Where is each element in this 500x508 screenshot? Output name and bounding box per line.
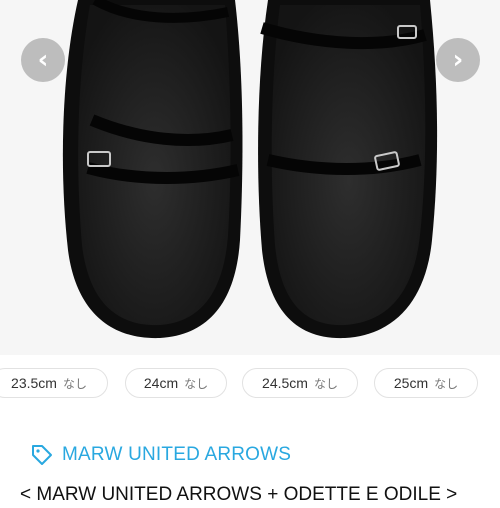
tag-icon: [32, 445, 52, 465]
availability-label: なし: [434, 376, 459, 391]
size-chip[interactable]: 24cm なし: [125, 368, 227, 398]
chevron-left-icon: ‹: [37, 45, 49, 75]
size-chip[interactable]: 23.5cm なし: [0, 368, 108, 398]
prev-image-button[interactable]: ‹: [21, 38, 65, 82]
size-label: 24.5cm: [262, 375, 308, 391]
availability-label: なし: [62, 376, 87, 391]
size-chip[interactable]: 25cm なし: [374, 368, 478, 398]
product-photo: [62, 0, 438, 339]
availability-label: なし: [313, 376, 338, 391]
size-label: 23.5cm: [11, 375, 57, 391]
product-image-gallery[interactable]: ‹ ›: [0, 0, 500, 355]
size-selector[interactable]: 23.5cm なし 24cm なし 24.5cm なし 25cm なし: [0, 355, 500, 413]
brand-name[interactable]: MARW UNITED ARROWS: [62, 444, 291, 466]
product-title: < MARW UNITED ARROWS + ODETTE E ODILE >: [20, 484, 458, 505]
availability-label: なし: [184, 376, 209, 391]
size-label: 24cm: [143, 375, 179, 391]
right-sandal: [258, 0, 438, 339]
next-image-button[interactable]: ›: [436, 38, 480, 82]
size-label: 25cm: [393, 375, 429, 391]
size-chip[interactable]: 24.5cm なし: [242, 368, 358, 398]
left-sandal: [62, 0, 243, 339]
chevron-right-icon: ›: [452, 45, 464, 75]
brand-link[interactable]: MARW UNITED ARROWS: [30, 440, 291, 470]
